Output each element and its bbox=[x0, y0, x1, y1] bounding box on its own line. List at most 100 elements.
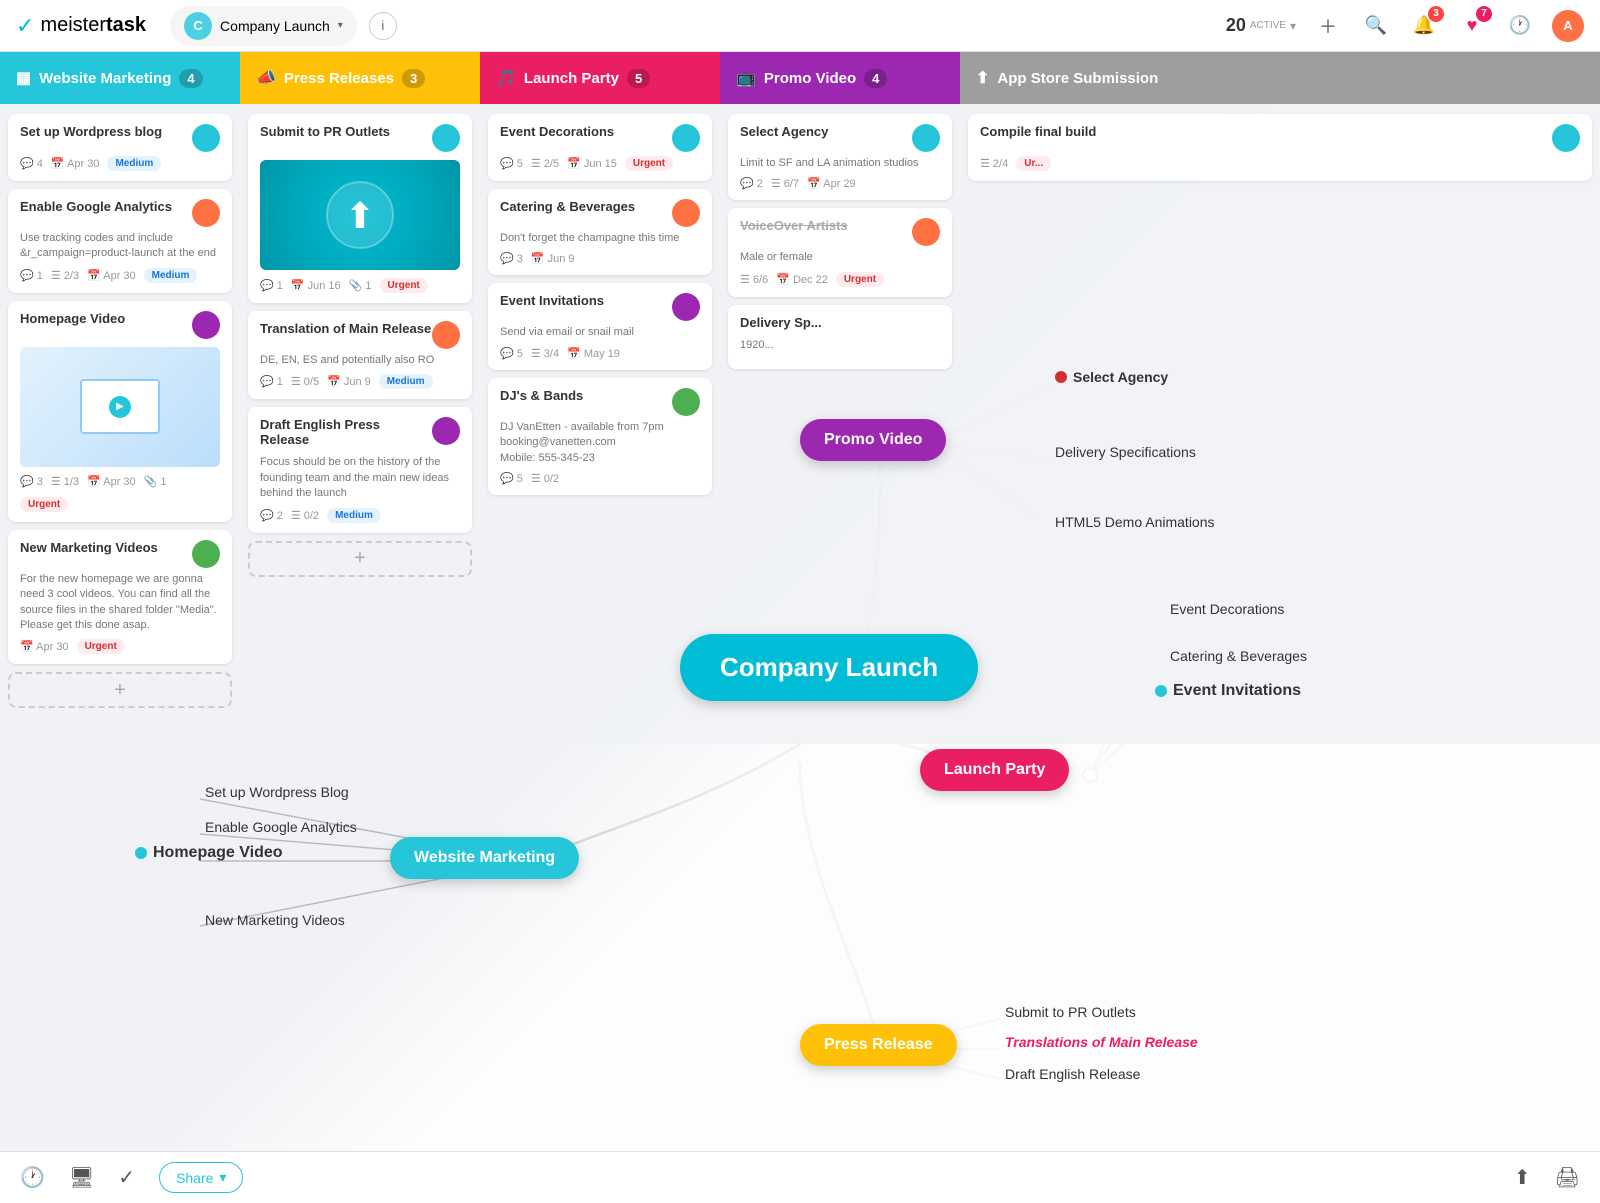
nav-right: 20 ACTIVE ▾ ＋ 🔍 🔔 3 ♥ 7 🕐 A bbox=[1226, 10, 1584, 42]
column-header-launch[interactable]: 🎵 Launch Party 5 bbox=[480, 52, 720, 104]
card-dj-bands[interactable]: DJ's & Bands DJ VanEtten - available fro… bbox=[488, 378, 712, 495]
mindmap-press-node[interactable]: Press Release bbox=[800, 1024, 957, 1066]
card-event-decorations[interactable]: Event Decorations 💬 5 ☰ 2/5 📅 Jun 15 Urg… bbox=[488, 114, 712, 181]
comment-count: 💬 2 bbox=[740, 177, 763, 190]
promo-node-label: Promo Video bbox=[824, 431, 922, 449]
press-label: Press Releases bbox=[284, 70, 394, 87]
mindmap-promo-node[interactable]: Promo Video bbox=[800, 419, 946, 461]
share-button[interactable]: Share ▾ bbox=[159, 1162, 243, 1193]
column-header-press[interactable]: 📣 Press Releases 3 bbox=[240, 52, 480, 104]
logo: ✓ meistertask bbox=[16, 13, 146, 39]
mindmap-label-catering[interactable]: Catering & Beverages bbox=[1170, 648, 1307, 664]
kanban-col-launch: Event Decorations 💬 5 ☰ 2/5 📅 Jun 15 Urg… bbox=[480, 104, 720, 744]
alerts-button[interactable]: ♥ 7 bbox=[1456, 10, 1488, 42]
card-meta: 💬 3 ☰ 1/3 📅 Apr 30 📎 1 bbox=[20, 475, 220, 488]
card-translation[interactable]: Translation of Main Release DE, EN, ES a… bbox=[248, 311, 472, 399]
appstore-icon: ⬆ bbox=[976, 68, 989, 88]
card-invitations[interactable]: Event Invitations Send via email or snai… bbox=[488, 283, 712, 369]
task-count: ☰ 0/2 bbox=[291, 509, 319, 522]
card-delivery-specs[interactable]: Delivery Sp... 1920... bbox=[728, 305, 952, 369]
website-label: Website Marketing bbox=[39, 70, 171, 87]
mindmap-label-select-agency[interactable]: Select Agency bbox=[1055, 369, 1168, 386]
card-compile-build[interactable]: Compile final build ☰ 2/4 Ur... bbox=[968, 114, 1592, 181]
status-badge: Urgent bbox=[625, 156, 673, 171]
card-wordpress[interactable]: Set up Wordpress blog 💬 4 📅 Apr 30 Mediu… bbox=[8, 114, 232, 181]
column-header-website[interactable]: ▦ Website Marketing 4 bbox=[0, 52, 240, 104]
comment-count: 💬 1 bbox=[260, 279, 283, 292]
due-date: 📅 Jun 9 bbox=[531, 252, 575, 265]
mindmap-label-event-invitations[interactable]: Event Invitations bbox=[1155, 682, 1301, 702]
download-icon[interactable]: ⬆ bbox=[1514, 1165, 1531, 1190]
column-header-appstore[interactable]: ⬆ App Store Submission bbox=[960, 52, 1600, 104]
columns-header: ▦ Website Marketing 4 📣 Press Releases 3… bbox=[0, 52, 1600, 104]
add-card-button[interactable]: + bbox=[8, 672, 232, 708]
info-button[interactable]: i bbox=[369, 12, 397, 40]
comment-count: 💬 5 bbox=[500, 347, 523, 360]
svg-text:⬆: ⬆ bbox=[345, 195, 375, 236]
print-icon[interactable]: 🖨 bbox=[1555, 1165, 1580, 1190]
mindmap-label-translations[interactable]: Translations of Main Release bbox=[1005, 1034, 1198, 1050]
task-count: ☰ 0/5 bbox=[291, 375, 319, 388]
bottom-bar: 🕐 🖥 ✓ Share ▾ ⬆ 🖨 bbox=[0, 1151, 1600, 1203]
mindmap-launch-node[interactable]: Launch Party bbox=[920, 749, 1069, 791]
mindmap-label-delivery-specs[interactable]: Delivery Specifications bbox=[1055, 444, 1196, 460]
center-node-label: Company Launch bbox=[720, 652, 938, 683]
mindmap-label-analytics[interactable]: Enable Google Analytics bbox=[205, 819, 357, 835]
card-meta: 💬 4 📅 Apr 30 Medium bbox=[20, 156, 220, 171]
desktop-icon[interactable]: 🖥 bbox=[69, 1165, 94, 1190]
mindmap-label-marketing-videos[interactable]: New Marketing Videos bbox=[205, 912, 345, 928]
column-header-promo[interactable]: 📺 Promo Video 4 bbox=[720, 52, 960, 104]
card-title: VoiceOver Artists bbox=[740, 218, 848, 233]
card-title: DJ's & Bands bbox=[500, 388, 583, 403]
launch-icon: 🎵 bbox=[496, 68, 516, 88]
check-icon[interactable]: ✓ bbox=[118, 1165, 135, 1190]
mindmap-website-node[interactable]: Website Marketing bbox=[390, 837, 579, 879]
website-node-label: Website Marketing bbox=[414, 849, 555, 867]
monitor-icon: ▶ bbox=[80, 379, 160, 434]
task-count: ☰ 6/6 bbox=[740, 273, 768, 286]
card-select-agency[interactable]: Select Agency Limit to SF and LA animati… bbox=[728, 114, 952, 200]
project-selector[interactable]: C Company Launch ▾ bbox=[170, 6, 357, 46]
mindmap-label-html5-demo[interactable]: HTML5 Demo Animations bbox=[1055, 514, 1215, 530]
mindmap-label-homepage-video[interactable]: Homepage Video bbox=[135, 844, 283, 864]
mindmap-label-wordpress[interactable]: Set up Wordpress Blog bbox=[205, 784, 349, 800]
avatar bbox=[672, 124, 700, 152]
card-catering[interactable]: Catering & Beverages Don't forget the ch… bbox=[488, 189, 712, 275]
card-homepage-video[interactable]: Homepage Video ▶ 💬 3 ☰ 1/3 📅 Apr 30 📎 1 … bbox=[8, 301, 232, 522]
card-desc: DE, EN, ES and potentially also RO bbox=[260, 353, 460, 368]
card-analytics[interactable]: Enable Google Analytics Use tracking cod… bbox=[8, 189, 232, 293]
card-desc: Limit to SF and LA animation studios bbox=[740, 156, 940, 171]
card-submit-pr[interactable]: Submit to PR Outlets ⬆ 💬 1 📅 Jun 16 bbox=[248, 114, 472, 303]
mindmap-center-node[interactable]: Company Launch bbox=[680, 634, 978, 701]
select-agency-dot bbox=[1055, 371, 1067, 383]
add-card-button[interactable]: + bbox=[248, 541, 472, 577]
due-date: 📅 Apr 29 bbox=[807, 177, 856, 190]
clock-button[interactable]: 🕐 bbox=[1504, 10, 1536, 42]
avatar bbox=[192, 540, 220, 568]
card-desc: Male or female bbox=[740, 250, 940, 265]
event-invitations-dot bbox=[1155, 685, 1167, 697]
share-label: Share bbox=[176, 1170, 213, 1186]
user-avatar[interactable]: A bbox=[1552, 10, 1584, 42]
notifications-button[interactable]: 🔔 3 bbox=[1408, 10, 1440, 42]
card-voiceover[interactable]: VoiceOver Artists Male or female ☰ 6/6 📅… bbox=[728, 208, 952, 296]
due-date: 📅 May 19 bbox=[567, 347, 620, 360]
history-icon[interactable]: 🕐 bbox=[20, 1165, 45, 1190]
add-button[interactable]: ＋ bbox=[1312, 10, 1344, 42]
search-button[interactable]: 🔍 bbox=[1360, 10, 1392, 42]
card-desc: Send via email or snail mail bbox=[500, 325, 700, 340]
mindmap-label-submit-pr[interactable]: Submit to PR Outlets bbox=[1005, 1004, 1136, 1020]
mindmap-label-draft-english[interactable]: Draft English Release bbox=[1005, 1066, 1140, 1082]
card-marketing-videos[interactable]: New Marketing Videos For the new homepag… bbox=[8, 530, 232, 665]
press-count: 3 bbox=[402, 69, 425, 88]
card-title: Enable Google Analytics bbox=[20, 199, 172, 214]
card-draft-press[interactable]: Draft English Press Release Focus should… bbox=[248, 407, 472, 532]
card-desc: DJ VanEtten - available from 7pmbooking@… bbox=[500, 420, 700, 466]
share-dropdown-icon: ▾ bbox=[219, 1169, 226, 1186]
mindmap-label-event-decorations[interactable]: Event Decorations bbox=[1170, 601, 1284, 617]
promo-count: 4 bbox=[864, 69, 887, 88]
status-badge: Medium bbox=[379, 374, 433, 389]
website-icon: ▦ bbox=[16, 68, 31, 88]
card-title: Compile final build bbox=[980, 124, 1096, 139]
card-title: New Marketing Videos bbox=[20, 540, 158, 555]
